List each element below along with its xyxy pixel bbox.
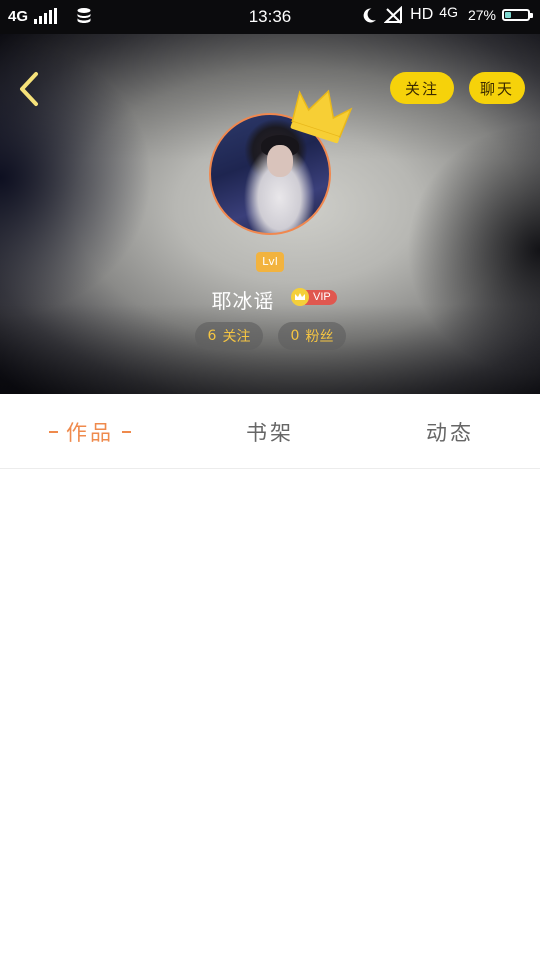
back-button[interactable] [10,68,50,112]
vip-badge: VIP [291,288,337,306]
vip-crown-icon [291,288,309,306]
chevron-left-icon [20,72,38,106]
following-stat[interactable]: 6 关注 [195,322,263,350]
level-badge: Lvl [256,252,284,272]
tab-bookshelf-label: 书架 [246,421,294,445]
battery-icon [502,9,533,21]
following-count: 6 [207,328,217,344]
chat-button[interactable]: 聊天 [469,72,525,104]
avatar-face [267,145,293,177]
fans-label: 粉丝 [305,329,334,345]
status-bar: 4G 13:36 HD 4G 27% [0,0,540,34]
vip-label: VIP [305,289,337,305]
battery-fill [505,12,511,18]
tab-activity-label: 动态 [426,421,474,445]
username: 耶冰谣 [211,289,275,313]
no-signal-icon [384,6,403,24]
tab-indicator-right [122,431,131,433]
tab-bookshelf[interactable]: 书架 [180,396,360,468]
tab-works[interactable]: 作品 [0,396,180,468]
tab-indicator-left [49,431,58,433]
profile-tabs: 作品 书架 动态 [0,396,540,469]
tab-activity[interactable]: 动态 [360,396,540,468]
hd-indicator: HD [410,6,434,23]
battery-percent: 27% [467,7,496,23]
profile-header: 关注 聊天 Lvl 耶冰谣 VIP 6 关注 0 粉丝 [0,34,540,394]
network-type-right: 4G [439,4,458,20]
fans-stat[interactable]: 0 粉丝 [278,322,346,350]
follow-button[interactable]: 关注 [390,72,454,104]
fans-count: 0 [290,328,300,344]
following-label: 关注 [222,329,251,345]
status-right: HD 4G 27% [360,4,533,24]
moon-icon [363,8,377,23]
tab-content [0,469,540,960]
tab-works-label: 作品 [66,421,114,445]
